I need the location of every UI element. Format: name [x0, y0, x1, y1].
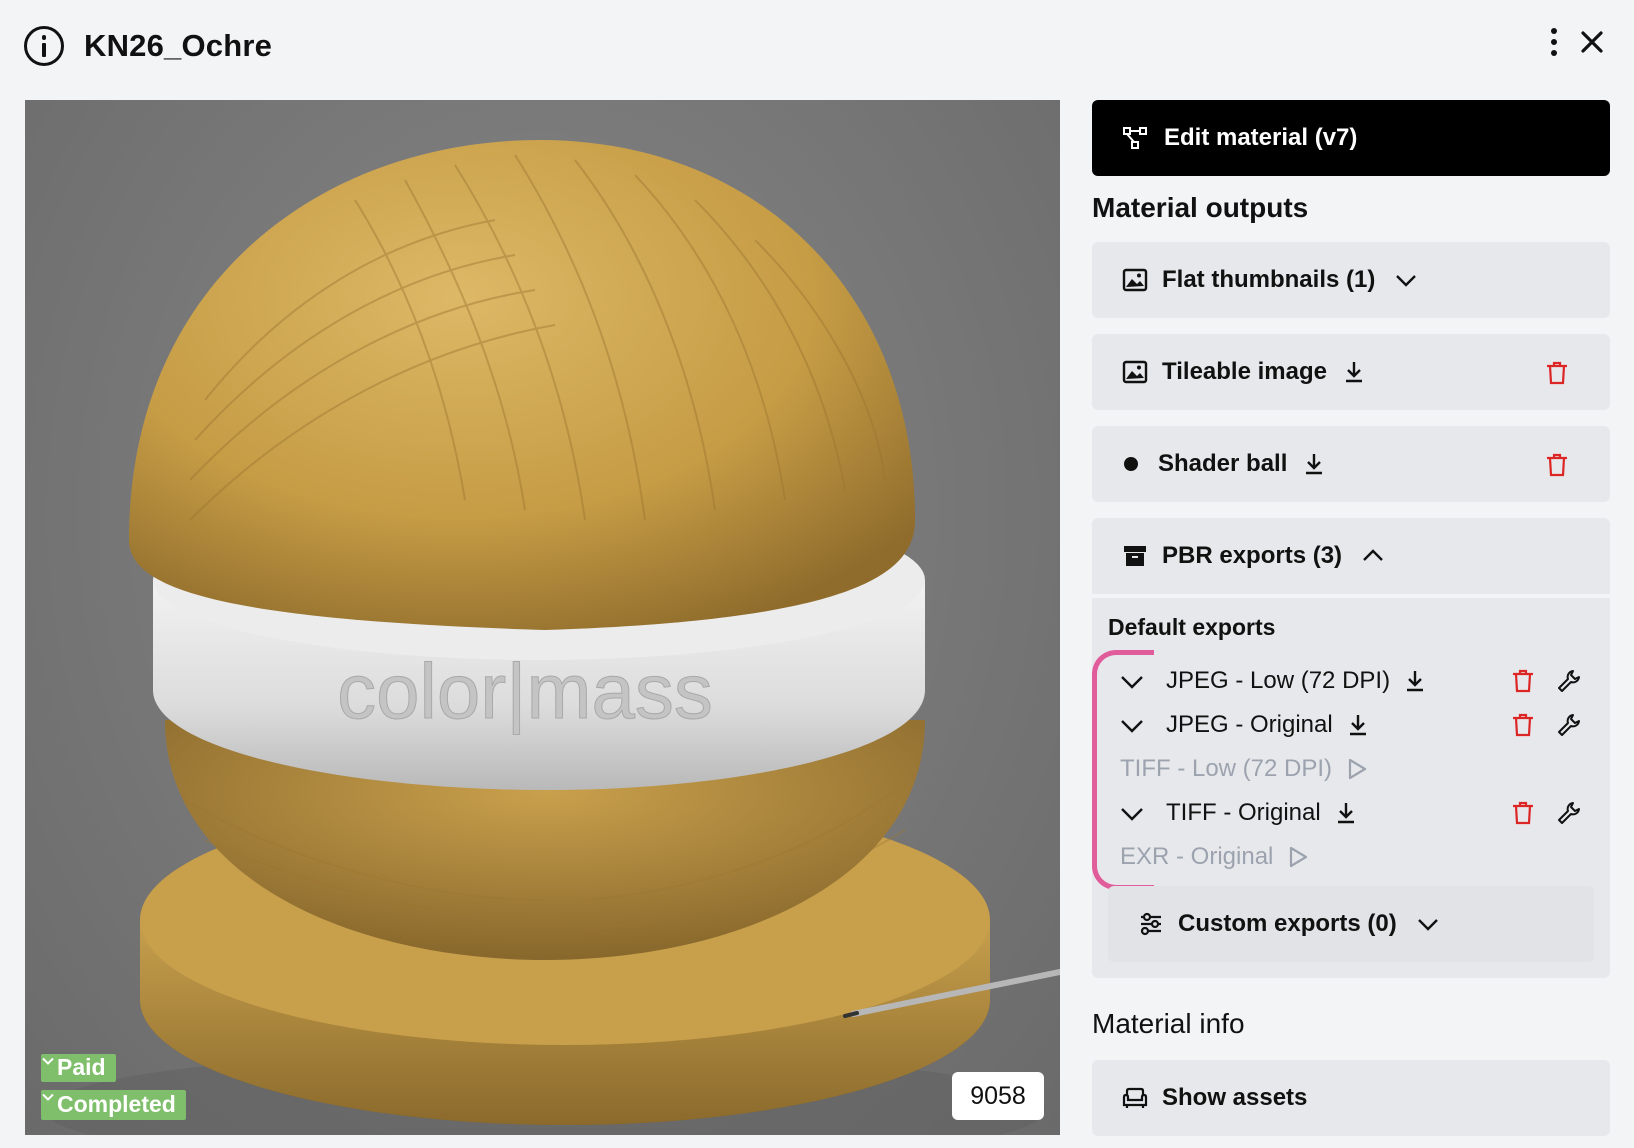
- chevron-down-icon[interactable]: [1118, 711, 1146, 739]
- custom-exports-label: Custom exports (0): [1178, 910, 1397, 937]
- wrench-icon[interactable]: [1556, 712, 1582, 738]
- download-icon[interactable]: [1333, 800, 1359, 826]
- edit-material-label: Edit material (v7): [1164, 124, 1358, 151]
- show-assets-label: Show assets: [1162, 1084, 1308, 1111]
- sliders-icon: [1140, 912, 1161, 936]
- export-actions: [1510, 668, 1582, 694]
- export-item-disabled[interactable]: EXR - Original: [1120, 839, 1311, 875]
- watermark-text: color|mass: [337, 647, 713, 735]
- export-actions: [1510, 712, 1582, 738]
- delete-icon[interactable]: [1510, 800, 1536, 826]
- export-label: TIFF - Low (72 DPI): [1120, 755, 1333, 782]
- chevron-down-icon[interactable]: [1118, 799, 1146, 827]
- shader-ball-row[interactable]: Shader ball: [1092, 426, 1610, 502]
- export-label: TIFF - Original: [1166, 799, 1321, 826]
- export-item[interactable]: JPEG - Original: [1118, 707, 1371, 743]
- custom-exports-row[interactable]: Custom exports (0): [1108, 886, 1594, 962]
- export-item[interactable]: TIFF - Original: [1118, 795, 1359, 831]
- material-id-badge: 9058: [952, 1072, 1044, 1120]
- chevron-down-icon: [42, 1057, 54, 1065]
- material-preview: color|mass Paid Completed 9058: [25, 100, 1060, 1135]
- node-graph-icon: [1123, 127, 1147, 149]
- material-outputs-title: Material outputs: [1092, 192, 1309, 223]
- wrench-icon[interactable]: [1556, 800, 1582, 826]
- export-label: JPEG - Low (72 DPI): [1166, 667, 1391, 694]
- pbr-exports-label: PBR exports (3): [1162, 542, 1343, 569]
- wrench-icon[interactable]: [1556, 668, 1582, 694]
- show-assets-row[interactable]: Show assets: [1092, 1060, 1610, 1136]
- chevron-down-icon: [1396, 275, 1417, 287]
- download-icon[interactable]: [1402, 668, 1428, 694]
- chevron-down-icon[interactable]: [1118, 667, 1146, 695]
- completion-status-label: Completed: [57, 1091, 176, 1117]
- image-icon: [1122, 268, 1148, 292]
- material-info-title: Material info: [1092, 1008, 1245, 1039]
- shader-ball-render: color|mass: [45, 140, 1060, 1135]
- page-title: KN26_Ochre: [84, 28, 273, 63]
- download-icon[interactable]: [1301, 451, 1327, 477]
- header: KN26_Ochre: [0, 0, 1634, 96]
- shader-ball-label: Shader ball: [1158, 450, 1288, 477]
- info-icon[interactable]: [24, 26, 64, 66]
- delete-icon[interactable]: [1510, 712, 1536, 738]
- chevron-up-icon: [1363, 549, 1383, 561]
- tileable-image-label: Tileable image: [1162, 358, 1327, 385]
- chevron-down-icon: [1417, 919, 1438, 931]
- export-label: EXR - Original: [1120, 843, 1274, 870]
- sphere-icon: [1124, 457, 1138, 471]
- image-icon: [1122, 360, 1148, 384]
- more-options-icon[interactable]: [1540, 24, 1568, 60]
- completion-status-badge[interactable]: Completed: [41, 1090, 186, 1120]
- tileable-image-row[interactable]: Tileable image: [1092, 334, 1610, 410]
- export-label: JPEG - Original: [1166, 711, 1333, 738]
- export-actions: [1510, 800, 1582, 826]
- archive-icon: [1124, 546, 1146, 566]
- delete-icon[interactable]: [1544, 452, 1570, 478]
- delete-icon[interactable]: [1544, 360, 1570, 386]
- play-icon[interactable]: [1344, 756, 1370, 782]
- flat-thumbnails-label: Flat thumbnails (1): [1162, 266, 1376, 293]
- payment-status-badge[interactable]: Paid: [41, 1054, 116, 1082]
- default-exports-title: Default exports: [1108, 614, 1276, 640]
- flat-thumbnails-row[interactable]: Flat thumbnails (1): [1092, 242, 1610, 318]
- play-icon[interactable]: [1285, 844, 1311, 870]
- payment-status-label: Paid: [57, 1054, 106, 1080]
- close-icon[interactable]: [1574, 24, 1610, 60]
- chevron-down-icon: [42, 1093, 54, 1101]
- sofa-icon: [1122, 1087, 1148, 1108]
- delete-icon[interactable]: [1510, 668, 1536, 694]
- download-icon[interactable]: [1341, 359, 1367, 385]
- download-icon[interactable]: [1345, 712, 1371, 738]
- export-item-disabled[interactable]: TIFF - Low (72 DPI): [1120, 751, 1370, 787]
- edit-material-button[interactable]: Edit material (v7): [1092, 100, 1610, 176]
- export-item[interactable]: JPEG - Low (72 DPI): [1118, 663, 1428, 699]
- pbr-exports-row[interactable]: PBR exports (3): [1092, 518, 1610, 594]
